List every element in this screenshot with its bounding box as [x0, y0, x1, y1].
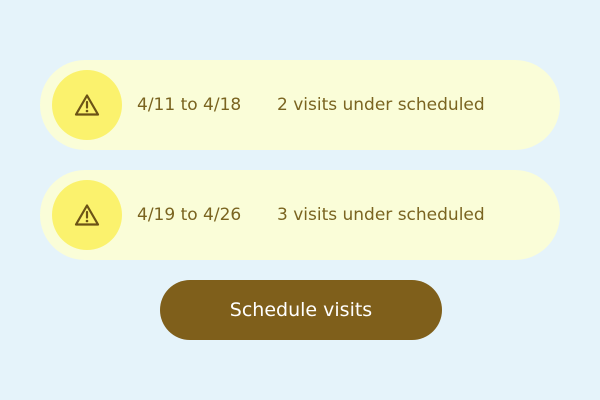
- date-range: 4/11 to 4/18: [137, 95, 242, 115]
- warning-icon-badge: [52, 180, 122, 250]
- schedule-warnings-panel: 4/11 to 4/18 2 visits under scheduled 4/…: [0, 0, 600, 400]
- under-scheduled-alert: 4/19 to 4/26 3 visits under scheduled: [40, 170, 560, 260]
- warning-icon: [74, 94, 100, 116]
- visit-status: 3 visits under scheduled: [277, 205, 485, 225]
- under-scheduled-alert: 4/11 to 4/18 2 visits under scheduled: [40, 60, 560, 150]
- visit-status: 2 visits under scheduled: [277, 95, 485, 115]
- warning-icon: [74, 204, 100, 226]
- warning-icon-badge: [52, 70, 122, 140]
- schedule-visits-button[interactable]: Schedule visits: [160, 280, 442, 340]
- date-range: 4/19 to 4/26: [137, 205, 242, 225]
